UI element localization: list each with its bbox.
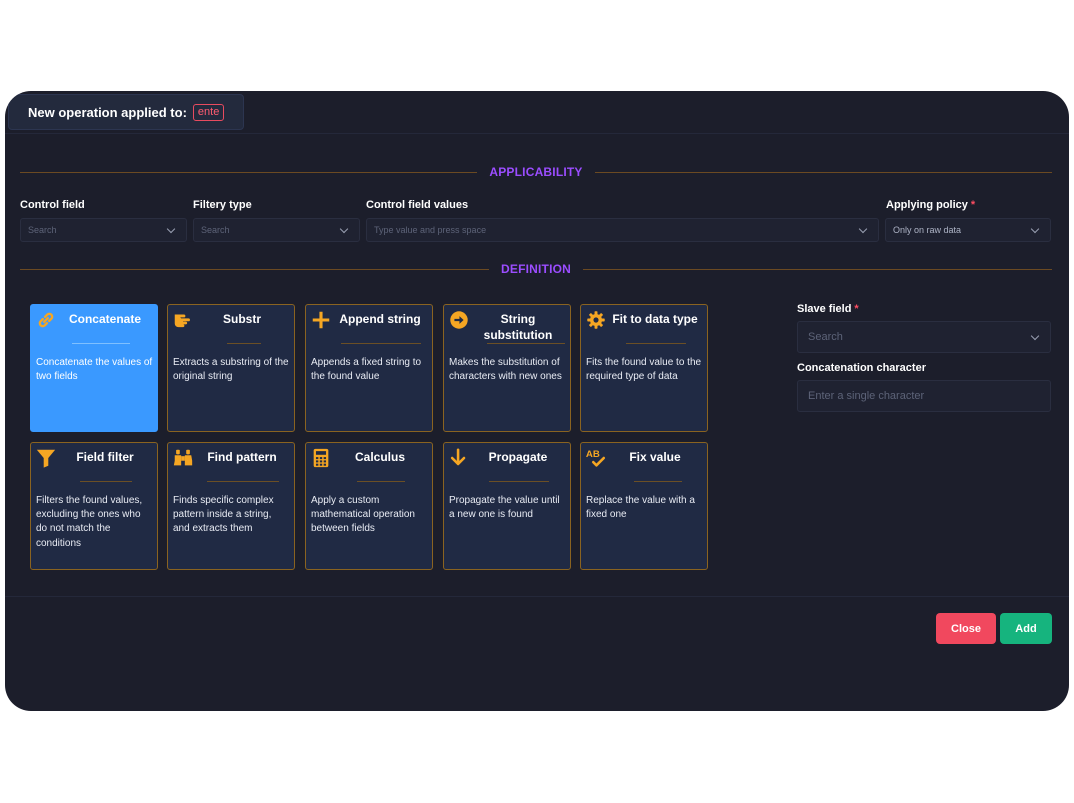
modal-header: New operation applied to: ente: [8, 94, 244, 130]
svg-text:AB: AB: [586, 449, 600, 460]
operation-card-find-pattern[interactable]: Find pattern Finds specific complex patt…: [167, 442, 295, 570]
link-icon: [38, 312, 54, 328]
chevron-down-icon: [1030, 224, 1040, 234]
arrow-circle-right-icon: [450, 311, 468, 329]
applying-policy-select[interactable]: Only on raw data: [885, 218, 1051, 242]
chevron-down-icon: [339, 224, 349, 234]
header-divider: [5, 133, 1069, 134]
slave-field-select[interactable]: Search: [797, 321, 1051, 353]
operation-card-fix-value[interactable]: AB Fix value Replace the value with a fi…: [580, 442, 708, 570]
operation-desc: Fits the found value to the required typ…: [586, 357, 702, 383]
applying-policy-label: Applying policy *: [886, 199, 976, 211]
operation-card-fit-to-data-type[interactable]: Fit to data type Fits the found value to…: [580, 304, 708, 432]
operation-title: Append string: [339, 312, 421, 326]
operation-desc: Makes the substitution of characters wit…: [449, 357, 562, 383]
arrow-down-icon: [450, 448, 466, 466]
chevron-down-icon: [166, 224, 176, 234]
section-definition: DEFINITION: [20, 261, 1052, 277]
operation-desc: Extracts a substring of the original str…: [173, 357, 289, 383]
control-values-label: Control field values: [366, 199, 469, 211]
operation-desc: Propagate the value until a new one is f…: [449, 495, 560, 521]
operation-title: Calculus: [354, 450, 405, 464]
operation-desc: Finds specific complex pattern inside a …: [173, 495, 274, 535]
operation-desc: Concatenate the values of two fields: [36, 357, 153, 383]
operation-desc: Filters the found values, excluding the …: [36, 495, 143, 549]
modal-title: New operation applied to:: [28, 104, 187, 120]
section-definition-title: DEFINITION: [501, 262, 571, 276]
section-applicability-title: APPLICABILITY: [489, 165, 583, 179]
cog-icon: [587, 311, 605, 329]
operation-title: Concatenate: [68, 312, 142, 326]
close-button[interactable]: Close: [936, 613, 996, 644]
filter-icon: [36, 449, 56, 468]
operation-title: Find pattern: [207, 450, 277, 464]
operation-desc: Replace the value with a fixed one: [586, 495, 695, 521]
concat-char-label: Concatenation character: [797, 362, 926, 374]
operation-title: Substr: [222, 312, 261, 326]
chevron-down-icon: [858, 224, 868, 234]
operation-card-propagate[interactable]: Propagate Propagate the value until a ne…: [443, 442, 571, 570]
filtery-type-label: Filtery type: [193, 199, 252, 211]
control-values-input[interactable]: Type value and press space: [366, 218, 879, 242]
hand-scissors-icon: [174, 314, 190, 328]
operation-card-calculus[interactable]: Calculus Apply a custom mathematical ope…: [305, 442, 433, 570]
footer-divider: [5, 596, 1069, 597]
operation-modal: New operation applied to: ente APPLICABI…: [5, 91, 1069, 711]
filtery-type-select[interactable]: Search: [193, 218, 360, 242]
operation-title: String substitution: [483, 312, 553, 342]
section-applicability: APPLICABILITY: [20, 164, 1052, 180]
binoculars-icon: [173, 449, 193, 466]
plus-icon: [312, 311, 330, 329]
operation-card-field-filter[interactable]: Field filter Filters the found values, e…: [30, 442, 158, 570]
chevron-down-icon: [1030, 331, 1040, 341]
operation-card-substr[interactable]: Substr Extracts a substring of the origi…: [167, 304, 295, 432]
slave-field-label: Slave field *: [797, 303, 859, 315]
operation-desc: Appends a fixed string to the found valu…: [311, 357, 422, 383]
operation-title: Propagate: [488, 450, 548, 464]
target-badge: ente: [192, 103, 225, 121]
control-field-select[interactable]: Search: [20, 218, 187, 242]
operation-card-string-substitution[interactable]: String substitution Makes the substituti…: [443, 304, 571, 432]
spell-check-icon: AB: [586, 449, 606, 467]
operation-card-concatenate[interactable]: Concatenate Concatenate the values of tw…: [30, 304, 158, 432]
operation-title: Field filter: [76, 450, 134, 464]
operation-title: Fit to data type: [612, 312, 698, 326]
control-field-label: Control field: [20, 199, 85, 211]
operation-card-append-string[interactable]: Append string Appends a fixed string to …: [305, 304, 433, 432]
concat-char-input[interactable]: Enter a single character: [797, 380, 1051, 412]
operation-desc: Apply a custom mathematical operation be…: [311, 495, 415, 535]
add-button[interactable]: Add: [1000, 613, 1052, 644]
calculator-icon: [313, 448, 329, 468]
operation-title: Fix value: [629, 450, 681, 464]
